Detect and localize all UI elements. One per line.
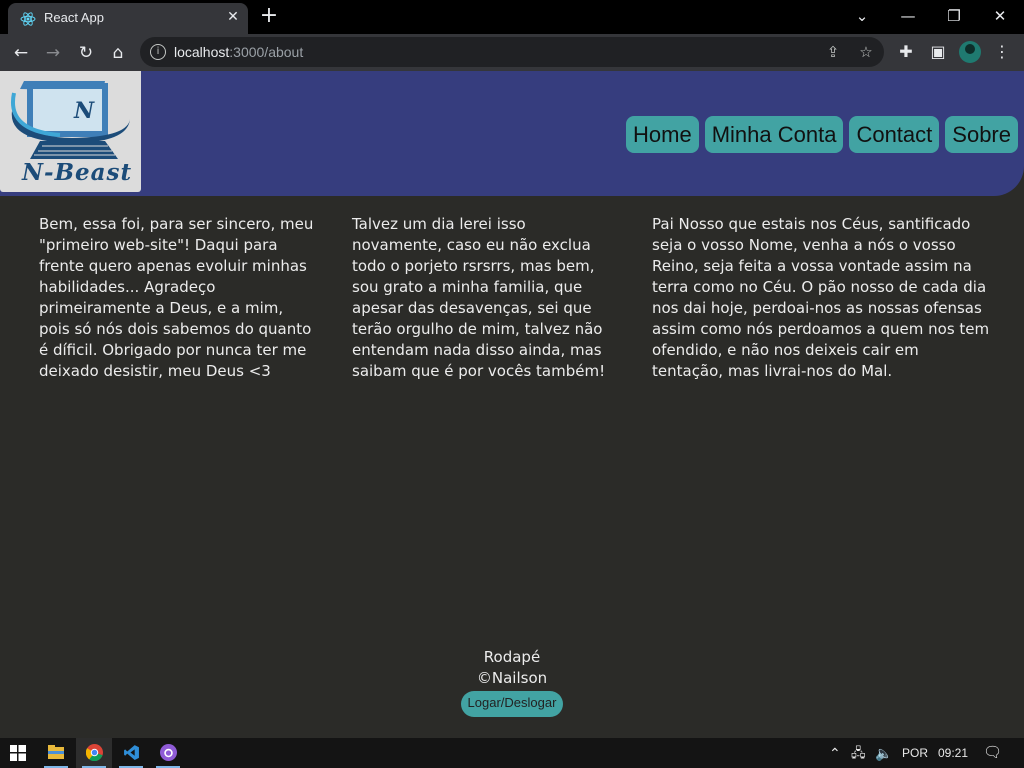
windows-start-icon[interactable] [10,745,26,761]
tab-search-icon[interactable]: ⌄ [840,4,884,28]
file-explorer-icon[interactable] [38,738,74,768]
browser-toolbar: ← → ↻ ⌂ i localhost:3000/about ⇪ ☆ ✚ ▣ ⋮ [0,34,1024,71]
logo-text: N-Beast [22,159,133,186]
tab-title: React App [44,10,104,25]
address-bar[interactable]: i localhost:3000/about ⇪ ☆ [140,37,884,67]
footer-copyright: ©Nailson [476,669,548,687]
url-text[interactable]: localhost:3000/about [174,44,303,60]
side-panel-icon[interactable]: ▣ [926,40,950,64]
tray-chevron-icon[interactable]: ⌃ [829,744,841,762]
site-info-icon[interactable]: i [150,44,166,60]
nav-sobre[interactable]: Sobre [945,116,1018,153]
site-footer: Rodapé ©Nailson Logar/Deslogar [0,647,1024,717]
nav-contact[interactable]: Contact [849,116,940,153]
new-tab-icon[interactable]: + [258,5,280,27]
taskbar: ⌃ 🖧 🔈 POR 09:21 🗨 [0,738,1024,768]
notifications-icon[interactable]: 🗨 [983,744,1002,762]
logo-letter: N [73,98,95,124]
profile-avatar[interactable] [959,41,981,63]
minimize-icon[interactable]: — [886,4,930,28]
about-column-3: Pai Nosso que estais nos Céus, santifica… [652,215,990,380]
react-icon [20,12,36,26]
bookmark-star-icon[interactable]: ☆ [856,42,876,62]
forward-icon[interactable]: → [40,40,66,66]
tab-close-icon[interactable]: ✕ [224,8,242,26]
about-column-1: Bem, essa foi, para ser sincero, meu "pr… [39,215,314,380]
about-column-2: Talvez um dia lerei isso novamente, caso… [352,215,606,380]
back-icon[interactable]: ← [8,40,34,66]
language-indicator[interactable]: POR [902,744,928,762]
chrome-icon[interactable] [76,738,112,768]
browser-tab[interactable]: React App ✕ [8,3,248,34]
site-logo[interactable]: N N-Beast [0,71,141,192]
main-nav: Home Minha Conta Contact Sobre [626,116,1018,153]
close-window-icon[interactable]: ✕ [978,4,1022,28]
site-header: N N-Beast Home Minha Conta Contact Sobre [0,71,1024,196]
footer-title: Rodapé [483,648,541,666]
menu-dots-icon[interactable]: ⋮ [990,40,1014,64]
extensions-icon[interactable]: ✚ [894,40,918,64]
nav-minha-conta[interactable]: Minha Conta [704,116,844,153]
nav-home[interactable]: Home [626,116,699,153]
login-logout-button[interactable]: Logar/Deslogar [460,691,564,717]
network-icon[interactable]: 🖧 [851,744,866,762]
github-desktop-icon[interactable] [150,738,186,768]
vscode-icon[interactable] [113,738,149,768]
restore-icon[interactable]: ❐ [932,4,976,28]
volume-icon[interactable]: 🔈 [875,744,892,762]
browser-tab-bar: React App ✕ + ⌄ — ❐ ✕ [0,0,1024,34]
url-host: localhost [174,44,230,60]
reload-icon[interactable]: ↻ [73,40,99,66]
page: N N-Beast Home Minha Conta Contact Sobre… [0,71,1024,738]
share-icon[interactable]: ⇪ [823,42,843,62]
url-path: :3000/about [229,44,304,60]
home-icon[interactable]: ⌂ [105,40,131,66]
clock[interactable]: 09:21 [938,744,968,762]
computer-logo-icon: N [11,81,130,159]
